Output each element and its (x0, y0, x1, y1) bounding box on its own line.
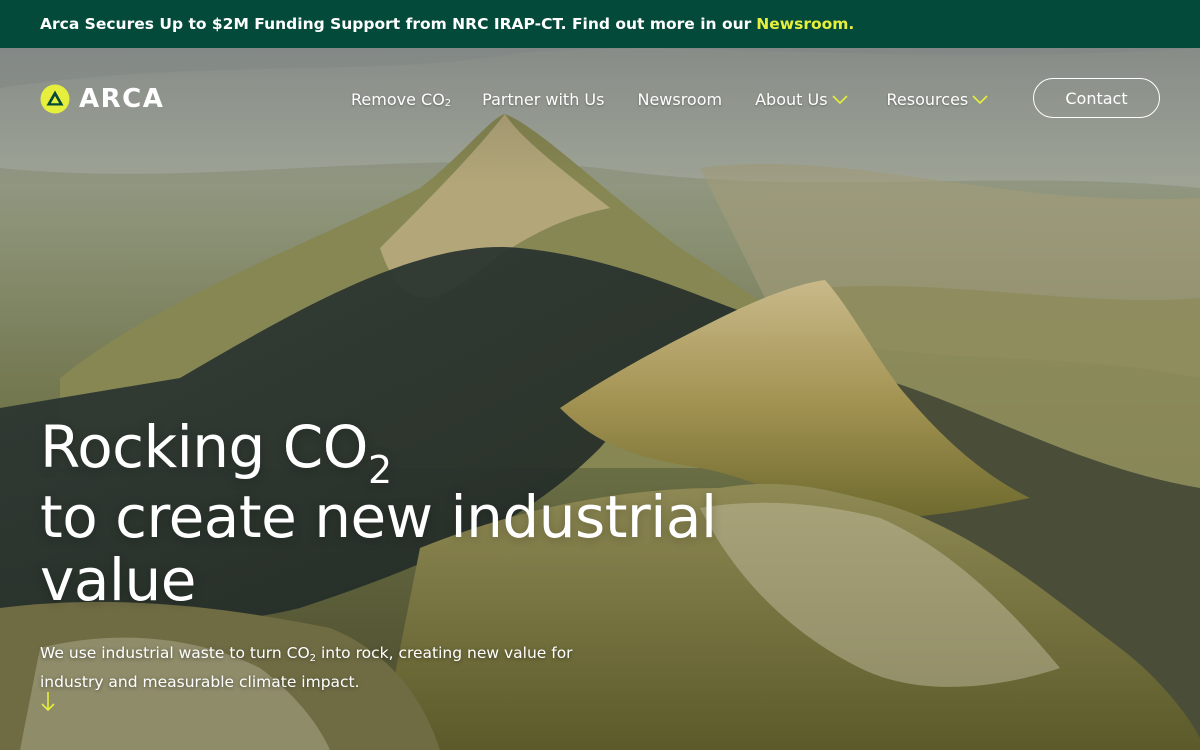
nav-partner-with-us[interactable]: Partner with Us (482, 90, 604, 109)
headline-subscript: 2 (367, 448, 392, 492)
headline-line-2: to create new industrial (40, 483, 717, 551)
hero-description-part-1: We use industrial waste to turn CO (40, 644, 310, 662)
arrow-down-icon[interactable] (39, 690, 57, 714)
hero-description: We use industrial waste to turn CO2 into… (40, 640, 600, 695)
headline-line-1: Rocking CO2 (40, 413, 800, 493)
chevron-down-icon (831, 95, 848, 105)
nav-newsroom-label: Newsroom (637, 89, 723, 109)
nav-about-us[interactable]: About Us (755, 90, 848, 109)
announcement-text: Arca Secures Up to $2M Funding Support f… (40, 15, 752, 33)
contact-button[interactable]: Contact (1033, 78, 1160, 118)
nav-about-label: About Us (755, 89, 828, 109)
site-header: ARCA Remove CO 2 Partner with Us Newsroom… (0, 48, 1200, 148)
newsroom-link[interactable]: Newsroom. (756, 15, 854, 33)
main-nav: Remove CO 2 Partner with Us Newsroom Abou… (351, 87, 989, 111)
nav-remove-co2-subscript: 2 (444, 97, 452, 109)
nav-remove-co2[interactable]: Remove CO 2 (351, 90, 451, 109)
page: Arca Secures Up to $2M Funding Support f… (0, 0, 1200, 750)
nav-resources[interactable]: Resources (887, 90, 990, 109)
triangle-in-circle-icon (40, 84, 70, 114)
chevron-down-icon (972, 95, 988, 105)
arca-logo[interactable]: ARCA (40, 81, 164, 117)
announcement-bar: Arca Secures Up to $2M Funding Support f… (0, 0, 1200, 48)
brand-name: ARCA (79, 84, 165, 114)
hero-description-subscript: 2 (309, 653, 317, 664)
nav-remove-co2-label: Remove CO (351, 89, 445, 109)
headline-line-3: value (40, 546, 196, 614)
headline-line-1-text: Rocking CO (40, 413, 368, 481)
nav-partner-label: Partner with Us (482, 89, 605, 109)
nav-newsroom[interactable]: Newsroom (637, 90, 722, 109)
hero-headline: Rocking CO2 to create new industrial val… (40, 416, 800, 612)
nav-resources-label: Resources (886, 89, 969, 109)
